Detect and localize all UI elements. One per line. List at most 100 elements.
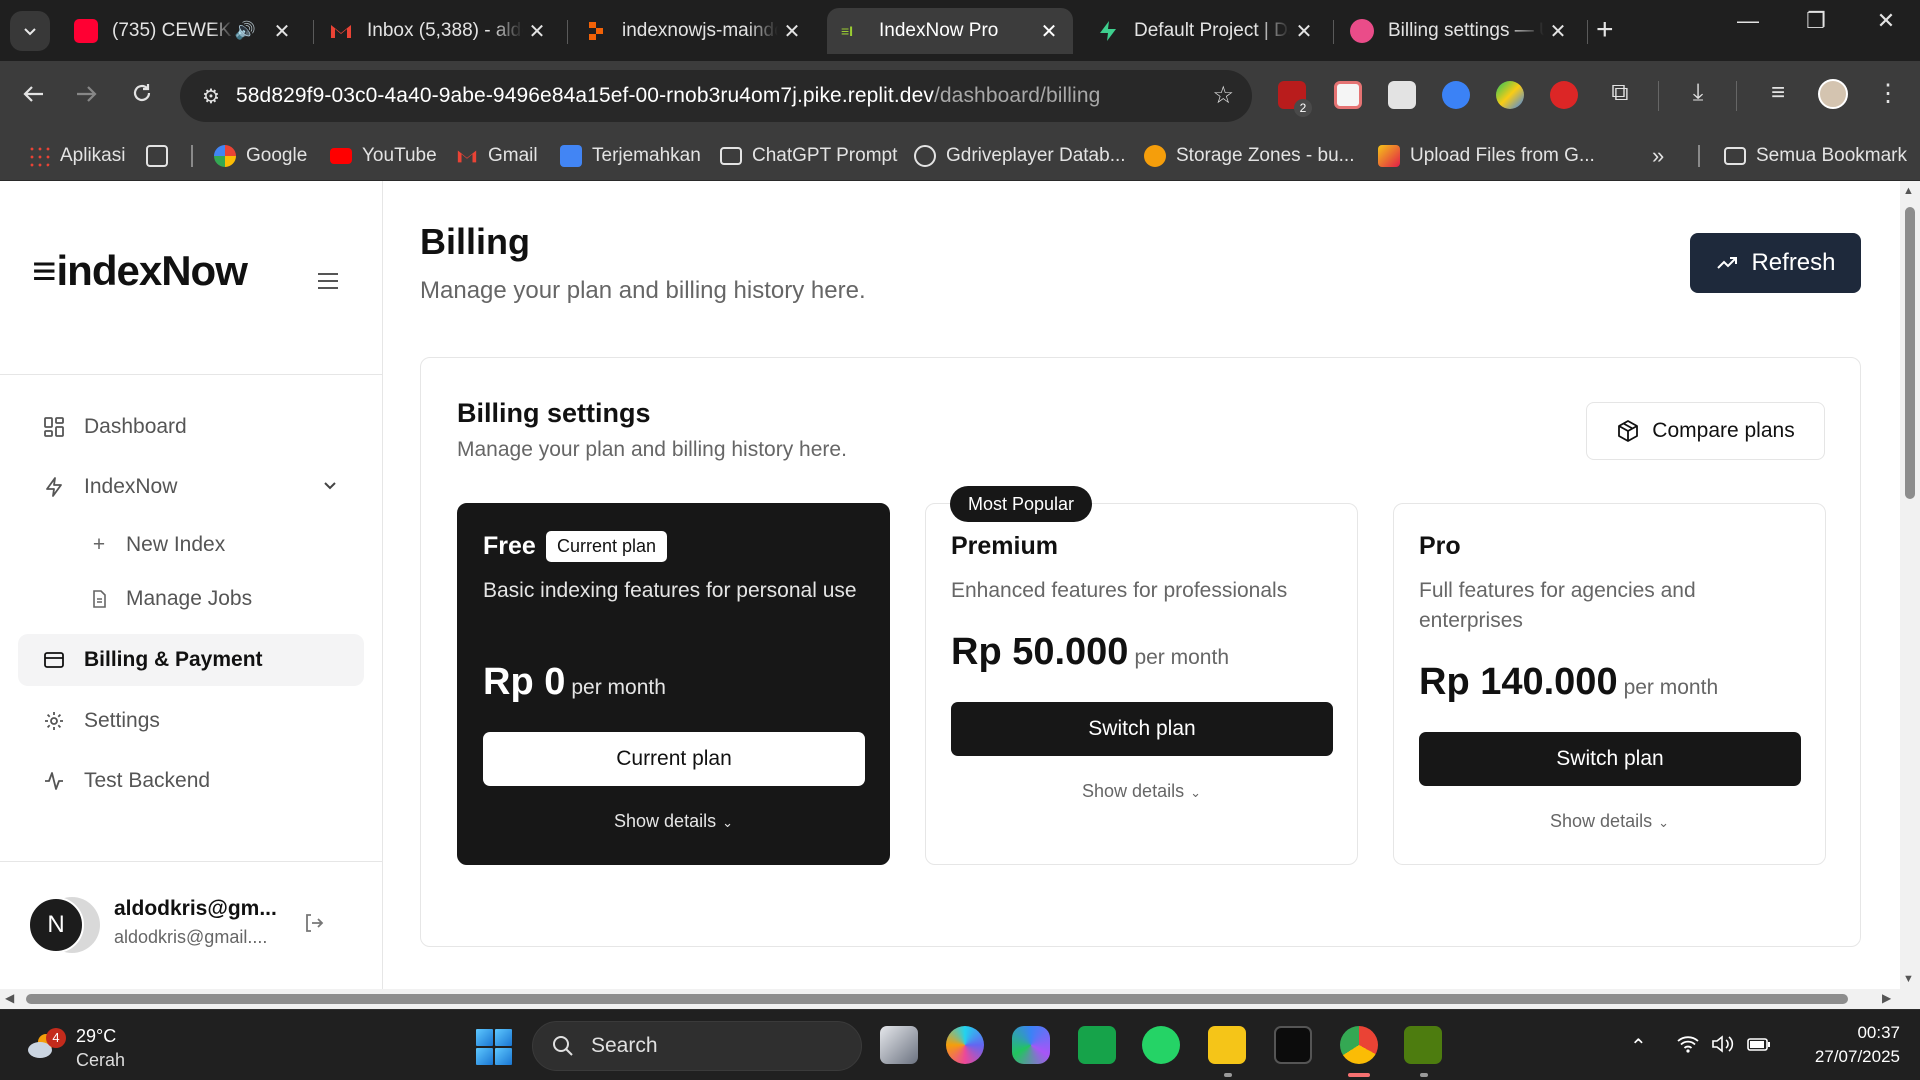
minimize-button[interactable]: —	[1728, 8, 1768, 34]
browser-tab-supabase[interactable]: Default Project | Dashboard ✕	[1082, 8, 1328, 54]
user-profile[interactable]: N aldodkris@gm... aldodkris@gmail....	[28, 895, 358, 955]
close-tab-icon[interactable]: ✕	[1035, 19, 1063, 44]
bookmark-storage-zones[interactable]: Storage Zones - bu...	[1144, 140, 1355, 172]
scroll-down-arrow-icon[interactable]: ▼	[1903, 973, 1914, 985]
browser-tab-youtube[interactable]: (735) CEWEK 1 🔊 ✕	[60, 8, 306, 54]
color-extension-icon[interactable]	[1496, 81, 1524, 109]
bookmark-youtube[interactable]: YouTube	[330, 140, 437, 172]
site-info-icon[interactable]: ⚙	[186, 84, 236, 109]
close-tab-icon[interactable]: ✕	[1544, 19, 1572, 44]
speaker-icon[interactable]: 🔊	[235, 21, 256, 41]
bookmark-star-icon[interactable]: ☆	[1212, 81, 1234, 110]
new-tab-button[interactable]: +	[1596, 14, 1614, 46]
running-indicator	[1420, 1073, 1428, 1077]
browser-toolbar: ⚙ 58d829f9-03c0-4a40-9abe-9496e84a15ef-0…	[0, 61, 1920, 131]
bookmark-gmail[interactable]: Gmail	[456, 140, 538, 172]
weather-widget[interactable]: 4 29°C Cerah	[24, 1020, 144, 1070]
sidebar-item-settings[interactable]: Settings	[18, 695, 364, 747]
chevron-down-icon[interactable]	[320, 475, 340, 501]
sidebar-item-test-backend[interactable]: Test Backend	[18, 755, 364, 807]
bookmark-upload-files[interactable]: Upload Files from G...	[1378, 140, 1595, 172]
microsoft-365-icon[interactable]	[1012, 1026, 1050, 1064]
horizontal-scrollbar[interactable]: ◀ ▶	[0, 989, 1920, 1009]
show-details-toggle[interactable]: Show details ⌄	[458, 811, 889, 832]
sidebar-subitem-new-index[interactable]: + New Index	[90, 533, 225, 557]
battery-icon[interactable]	[1746, 1034, 1772, 1060]
profile-avatar[interactable]	[1818, 79, 1848, 109]
close-tab-icon[interactable]: ✕	[523, 19, 551, 44]
browser-tab-indexnow-pro[interactable]: ≡I IndexNow Pro ✕	[827, 8, 1073, 54]
volume-icon[interactable]	[1710, 1034, 1734, 1060]
start-button[interactable]	[476, 1029, 512, 1065]
clock-time: 00:37	[1857, 1023, 1900, 1042]
current-plan-button[interactable]: Current plan	[483, 732, 865, 786]
more-bookmarks-chevron-icon[interactable]: »	[1652, 140, 1664, 172]
taskbar-search[interactable]: Search	[532, 1021, 862, 1071]
close-tab-icon[interactable]: ✕	[778, 19, 806, 44]
restore-button[interactable]: ❐	[1796, 8, 1836, 34]
system-clock[interactable]: 00:37 27/07/2025	[1800, 1021, 1900, 1069]
target-extension-icon[interactable]	[1442, 81, 1470, 109]
browser-tab-dribbble[interactable]: Billing settings — Untitled ✕	[1336, 8, 1582, 54]
bookmark-chatgpt-prompt[interactable]: ChatGPT Prompt	[720, 140, 897, 172]
scroll-right-arrow-icon[interactable]: ▶	[1882, 991, 1891, 1005]
compare-plans-button[interactable]: Compare plans	[1586, 402, 1825, 460]
browser-menu-icon[interactable]: ⋮	[1872, 79, 1904, 108]
sidebar-item-dashboard[interactable]: Dashboard	[18, 401, 364, 453]
all-bookmarks-folder[interactable]: Semua Bookmark	[1724, 140, 1907, 172]
wifi-icon[interactable]	[1676, 1034, 1700, 1060]
back-button[interactable]	[18, 81, 50, 113]
terminal-icon[interactable]	[1274, 1026, 1312, 1064]
reload-button[interactable]	[126, 81, 158, 113]
chrome-icon[interactable]	[1340, 1026, 1378, 1064]
tab-search-button[interactable]	[10, 11, 50, 51]
bookmark-gdriveplayer[interactable]: Gdriveplayer Datab...	[914, 140, 1126, 172]
scroll-left-arrow-icon[interactable]: ◀	[5, 991, 14, 1005]
dribbble-icon	[1350, 19, 1374, 43]
qr-code-extension-icon[interactable]	[1388, 81, 1416, 109]
sidebar-subitem-manage-jobs[interactable]: Manage Jobs	[90, 587, 252, 611]
bookmark-translate[interactable]: Terjemahkan	[560, 140, 701, 172]
file-explorer-icon[interactable]	[1208, 1026, 1246, 1064]
download-icon[interactable]: ⤓	[1682, 79, 1714, 107]
bookmark-apps[interactable]: Aplikasi	[28, 140, 125, 172]
plan-description: Enhanced features for professionals	[951, 579, 1288, 602]
forward-button[interactable]	[70, 81, 102, 113]
indexnow-logo[interactable]: ≡indexNow	[32, 247, 248, 295]
globe-icon	[914, 145, 936, 167]
billing-settings-card: Billing settings Manage your plan and bi…	[420, 357, 1861, 947]
close-window-button[interactable]: ✕	[1866, 8, 1906, 34]
trending-up-icon	[1717, 257, 1738, 269]
notes-extension-icon[interactable]	[1334, 81, 1362, 109]
switch-plan-button[interactable]: Switch plan	[951, 702, 1333, 756]
close-tab-icon[interactable]: ✕	[1290, 19, 1318, 44]
task-view-icon[interactable]	[880, 1026, 918, 1064]
address-bar[interactable]: ⚙ 58d829f9-03c0-4a40-9abe-9496e84a15ef-0…	[180, 70, 1252, 122]
scroll-up-arrow-icon[interactable]: ▲	[1903, 185, 1914, 197]
copilot-icon[interactable]	[946, 1026, 984, 1064]
close-tab-icon[interactable]: ✕	[268, 19, 296, 44]
browser-tab-gmail[interactable]: Inbox (5,388) - aldodkris@gmail.com ✕	[315, 8, 561, 54]
refresh-button[interactable]: Refresh	[1690, 233, 1861, 293]
switch-plan-button[interactable]: Switch plan	[1419, 732, 1801, 786]
bookmark-grid-button[interactable]	[146, 140, 168, 172]
vertical-scrollbar[interactable]: ▲ ▼	[1900, 181, 1920, 990]
plan-description: Full features for agencies and enterpris…	[1419, 579, 1696, 632]
browser-tab-replit[interactable]: indexnowjs-maindc - Replit ✕	[570, 8, 816, 54]
bookmark-google[interactable]: Google	[214, 140, 307, 172]
sidebar-item-indexnow[interactable]: IndexNow	[18, 461, 364, 513]
show-details-toggle[interactable]: Show details ⌄	[1394, 811, 1825, 832]
logout-icon[interactable]	[302, 911, 326, 940]
scrollbar-thumb[interactable]	[1905, 207, 1915, 499]
show-hidden-icons-chevron-icon[interactable]: ⌃	[1630, 1034, 1647, 1059]
hamburger-menu-icon[interactable]	[318, 273, 338, 294]
chat-app-icon[interactable]	[1078, 1026, 1116, 1064]
whatsapp-icon[interactable]	[1142, 1026, 1180, 1064]
notepad-app-icon[interactable]	[1404, 1026, 1442, 1064]
media-control-icon[interactable]: ≡	[1762, 79, 1794, 107]
scrollbar-thumb[interactable]	[26, 994, 1848, 1004]
extensions-puzzle-icon[interactable]: ⧉	[1604, 79, 1636, 107]
show-details-toggle[interactable]: Show details ⌄	[926, 781, 1357, 802]
seo-extension-icon[interactable]	[1550, 81, 1578, 109]
sidebar-item-billing[interactable]: Billing & Payment	[18, 634, 364, 686]
